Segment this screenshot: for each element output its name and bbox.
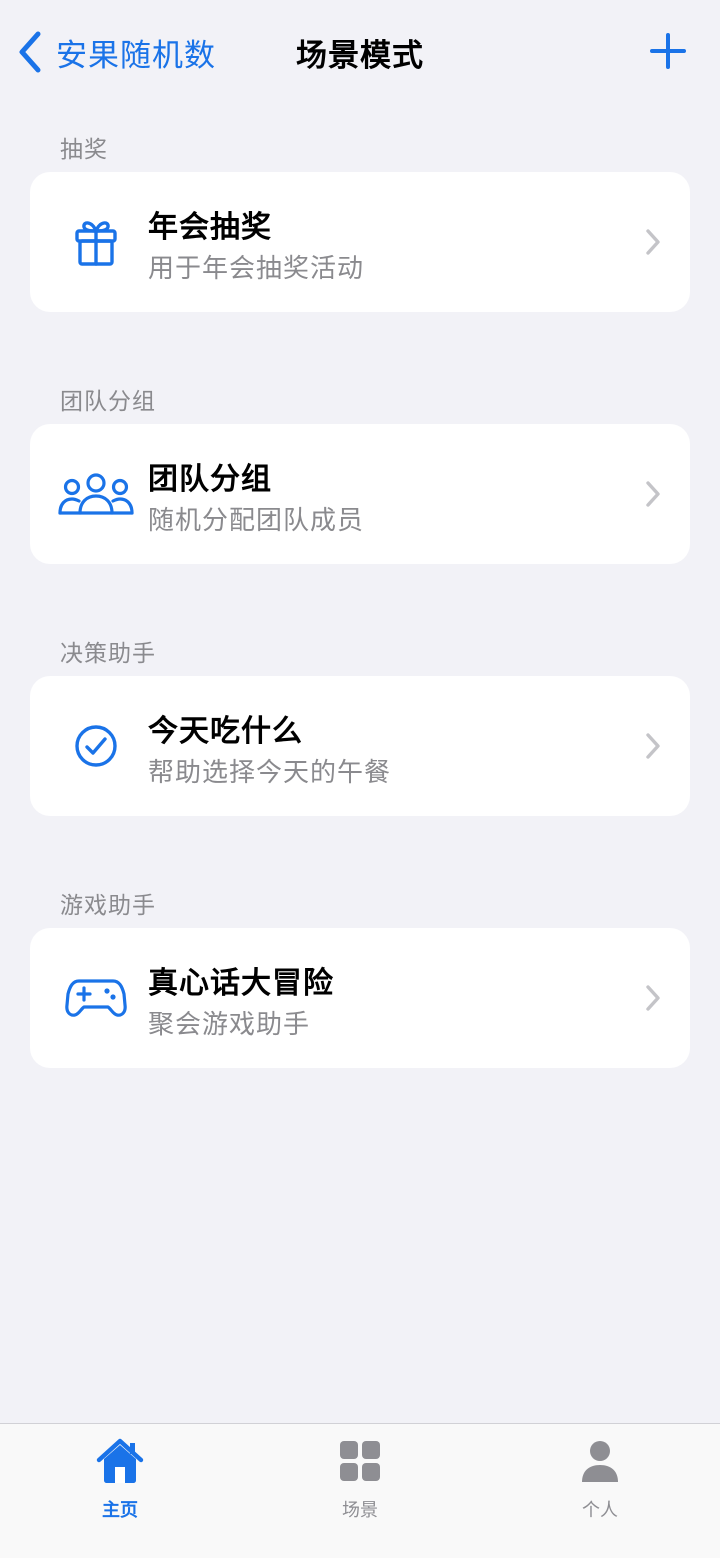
checkmark-circle-icon [75, 725, 117, 767]
scene-mode-screen: 安果随机数 场景模式 抽奖 年会抽奖 用于年会抽奖活动 团队分组 团队分组 随机… [0, 0, 720, 1558]
chevron-right-icon [646, 481, 660, 507]
card-subtitle: 聚会游戏助手 [148, 1010, 311, 1040]
card-title: 团队分组 [148, 462, 272, 497]
scene-card-annual-lottery[interactable]: 年会抽奖 用于年会抽奖活动 [30, 172, 690, 312]
chevron-right-icon [646, 733, 660, 759]
tab-profile[interactable]: 个人 [480, 1424, 720, 1534]
gamepad-icon [65, 979, 127, 1017]
scene-card-truth-or-dare[interactable]: 真心话大冒险 聚会游戏助手 [30, 928, 690, 1068]
card-title: 年会抽奖 [148, 210, 272, 245]
tab-bar: 主页 场景 个人 [0, 1423, 720, 1558]
section-header-game: 游戏助手 [60, 893, 156, 919]
tab-scenes[interactable]: 场景 [240, 1424, 480, 1534]
scene-card-what-to-eat[interactable]: 今天吃什么 帮助选择今天的午餐 [30, 676, 690, 816]
chevron-right-icon [646, 985, 660, 1011]
section-header-lottery: 抽奖 [60, 137, 108, 163]
people-group-icon [58, 473, 134, 515]
page-title: 场景模式 [296, 38, 424, 74]
tab-label: 个人 [582, 1500, 618, 1521]
card-subtitle: 随机分配团队成员 [148, 506, 365, 536]
plus-icon [650, 33, 686, 69]
tab-label: 场景 [342, 1500, 378, 1521]
home-icon [96, 1438, 144, 1483]
person-icon [582, 1441, 618, 1482]
chevron-left-icon [19, 31, 41, 73]
card-subtitle: 帮助选择今天的午餐 [148, 758, 392, 788]
chevron-right-icon [646, 229, 660, 255]
card-title: 真心话大冒险 [148, 966, 334, 1001]
gift-icon [75, 221, 117, 266]
back-button[interactable]: 安果随机数 [14, 28, 216, 76]
card-subtitle: 用于年会抽奖活动 [148, 254, 365, 284]
section-header-team: 团队分组 [60, 389, 156, 415]
navigation-bar: 安果随机数 场景模式 [0, 0, 720, 104]
card-title: 今天吃什么 [148, 714, 303, 749]
back-button-label: 安果随机数 [56, 37, 216, 74]
section-header-decision: 决策助手 [60, 641, 156, 667]
grid-icon [340, 1441, 380, 1481]
scene-card-team-grouping[interactable]: 团队分组 随机分配团队成员 [30, 424, 690, 564]
tab-home[interactable]: 主页 [0, 1424, 240, 1534]
add-button[interactable] [650, 33, 686, 69]
tab-label: 主页 [102, 1500, 138, 1521]
